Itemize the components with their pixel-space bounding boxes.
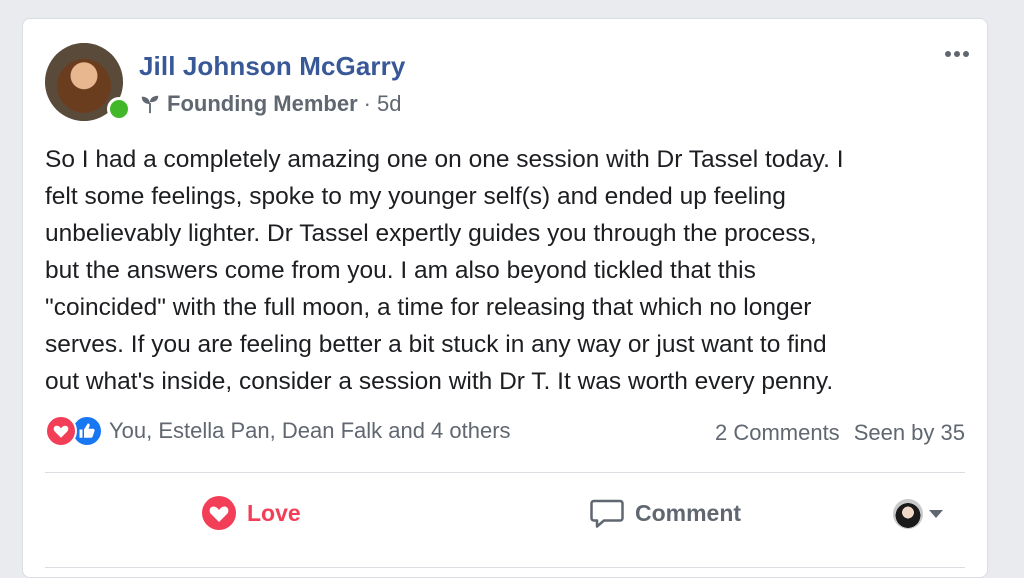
more-icon xyxy=(945,51,951,57)
comments-count[interactable]: 2 Comments xyxy=(715,420,840,446)
bottom-divider xyxy=(45,567,965,568)
more-options-button[interactable] xyxy=(945,51,969,57)
author-name[interactable]: Jill Johnson McGarry xyxy=(139,51,405,82)
online-status-icon xyxy=(107,97,131,121)
post-counts: 2 Comments Seen by 35 xyxy=(715,420,965,446)
post-meta: Founding Member · 5d xyxy=(139,91,401,117)
post-as-selector[interactable] xyxy=(893,499,943,529)
sprout-icon xyxy=(141,95,159,114)
comment-label: Comment xyxy=(635,499,742,526)
reactors-list[interactable]: You, Estella Pan, Dean Falk and 4 others xyxy=(109,418,511,444)
chevron-down-icon xyxy=(929,510,943,518)
post-card: Jill Johnson McGarry Founding Member · 5… xyxy=(22,18,988,578)
heart-icon xyxy=(202,496,236,530)
more-icon-dot xyxy=(954,51,960,57)
seen-count[interactable]: Seen by 35 xyxy=(854,420,965,446)
more-icon-dot xyxy=(963,51,969,57)
user-avatar xyxy=(893,499,923,529)
comment-button[interactable]: Comment xyxy=(589,495,741,531)
meta-separator: · xyxy=(363,91,371,116)
post-timestamp[interactable]: 5d xyxy=(377,91,401,117)
love-label: Love xyxy=(247,499,301,526)
reactions-summary[interactable]: You, Estella Pan, Dean Falk and 4 others xyxy=(45,415,511,447)
member-badge: Founding Member xyxy=(167,91,358,116)
love-button[interactable]: Love xyxy=(201,495,301,531)
comment-icon xyxy=(590,499,624,528)
divider xyxy=(45,472,965,473)
post-body: So I had a completely amazing one on one… xyxy=(45,146,844,395)
love-reaction-icon xyxy=(45,415,77,447)
